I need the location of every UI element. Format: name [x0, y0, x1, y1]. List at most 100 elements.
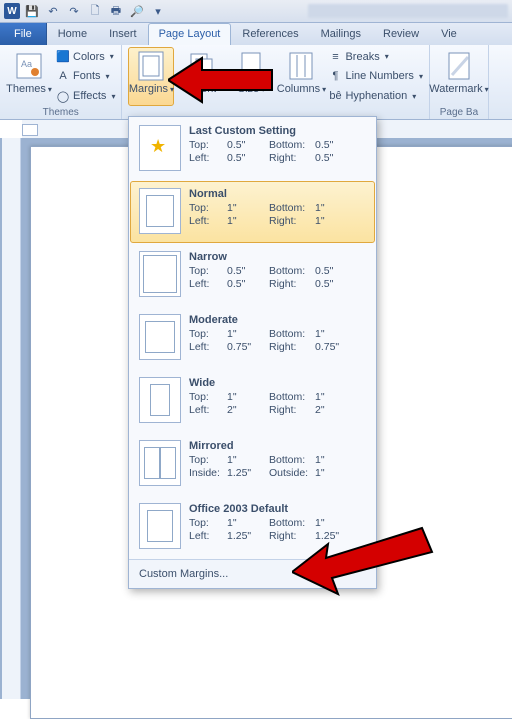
chevron-down-icon: ▾ — [111, 92, 115, 101]
breaks-label: Breaks — [345, 51, 379, 63]
chevron-down-icon: ▾ — [419, 72, 423, 81]
group-page-setup: Margins▾ Orientation Size▾ Columns▾ ≡Bre… — [122, 45, 430, 119]
margin-option-last-custom[interactable]: Last Custom Setting Top:0.5"Bottom:0.5" … — [130, 118, 375, 180]
tab-review[interactable]: Review — [372, 23, 430, 45]
val: 1" — [315, 517, 355, 529]
chevron-down-icon: ▾ — [106, 72, 110, 81]
tab-references[interactable]: References — [231, 23, 309, 45]
fonts-button[interactable]: AFonts ▾ — [56, 67, 115, 86]
lbl: Left: — [189, 404, 227, 416]
columns-label: Columns — [277, 83, 320, 95]
qat-redo[interactable]: ↷ — [65, 2, 83, 20]
margins-button[interactable]: Margins▾ — [128, 47, 174, 106]
val: 2" — [227, 404, 269, 416]
val: 1" — [315, 328, 355, 340]
margin-option-wide[interactable]: Wide Top:1"Bottom:1" Left:2"Right:2" — [130, 370, 375, 432]
effects-label: Effects — [73, 90, 106, 102]
title-bar: W 💾 ↶ ↷ 🗋 🖶 🔎 ▾ — [0, 0, 512, 23]
val: 0.5" — [227, 139, 269, 151]
margin-option-mirrored[interactable]: Mirrored Top:1"Bottom:1" Inside:1.25"Out… — [130, 433, 375, 495]
val: 1" — [227, 454, 269, 466]
qat-button-6[interactable]: 🔎 — [128, 2, 146, 20]
chevron-down-icon: ▾ — [385, 52, 389, 61]
tab-file[interactable]: File — [0, 23, 47, 45]
val: 1" — [227, 202, 269, 214]
lbl: Left: — [189, 215, 227, 227]
line-numbers-button[interactable]: ¶Line Numbers▾ — [328, 67, 423, 86]
tab-home[interactable]: Home — [47, 23, 98, 45]
val: 1" — [315, 215, 355, 227]
val: 1" — [227, 215, 269, 227]
val: 0.5" — [227, 152, 269, 164]
margin-preview-icon — [139, 377, 181, 423]
lbl: Left: — [189, 530, 227, 542]
val: 0.75" — [227, 341, 269, 353]
margin-option-narrow[interactable]: Narrow Top:0.5"Bottom:0.5" Left:0.5"Righ… — [130, 244, 375, 306]
lbl: Right: — [269, 530, 315, 542]
lbl: Bottom: — [269, 328, 315, 340]
qat-save[interactable]: 💾 — [23, 2, 41, 20]
tab-view[interactable]: Vie — [430, 23, 468, 45]
option-title: Moderate — [189, 314, 366, 326]
size-button[interactable]: Size▾ — [228, 47, 274, 106]
lbl: Top: — [189, 454, 227, 466]
breaks-button[interactable]: ≡Breaks▾ — [328, 47, 423, 66]
hyphenation-label: Hyphenation — [345, 90, 407, 102]
lbl: Bottom: — [269, 391, 315, 403]
margin-option-office-2003[interactable]: Office 2003 Default Top:1"Bottom:1" Left… — [130, 496, 375, 558]
colors-icon: 🟦 — [56, 50, 70, 64]
margin-option-moderate[interactable]: Moderate Top:1"Bottom:1" Left:0.75"Right… — [130, 307, 375, 369]
ruler-vertical[interactable] — [2, 138, 21, 699]
option-title: Normal — [189, 188, 366, 200]
themes-button[interactable]: Aa Themes▾ — [6, 47, 52, 106]
val: 1" — [227, 391, 269, 403]
orientation-icon — [185, 50, 217, 82]
qat-button-5[interactable]: 🖶 — [107, 2, 125, 20]
val: 0.5" — [227, 278, 269, 290]
themes-icon: Aa — [13, 50, 45, 82]
themes-label: Themes — [6, 83, 46, 95]
qat-customize[interactable]: ▾ — [149, 2, 167, 20]
lbl: Left: — [189, 152, 227, 164]
val: 0.5" — [227, 265, 269, 277]
custom-margins-button[interactable]: Custom Margins... — [129, 559, 376, 588]
lbl: Bottom: — [269, 202, 315, 214]
tab-insert[interactable]: Insert — [98, 23, 148, 45]
hyphenation-button[interactable]: bêHyphenation▾ — [328, 87, 423, 106]
word-icon: W — [4, 3, 20, 19]
lbl: Right: — [269, 404, 315, 416]
val: 0.5" — [315, 265, 355, 277]
val: 1.25" — [315, 530, 355, 542]
qat-undo[interactable]: ↶ — [44, 2, 62, 20]
size-icon — [235, 50, 267, 82]
lbl: Right: — [269, 341, 315, 353]
option-title: Narrow — [189, 251, 366, 263]
val: 0.5" — [315, 139, 355, 151]
lbl: Top: — [189, 391, 227, 403]
val: 0.5" — [315, 278, 355, 290]
option-title: Last Custom Setting — [189, 125, 366, 137]
window-title-blur — [308, 4, 508, 18]
columns-icon — [285, 50, 317, 82]
columns-button[interactable]: Columns▾ — [278, 47, 324, 106]
fonts-label: Fonts — [73, 70, 101, 82]
lbl: Outside: — [269, 467, 315, 479]
effects-button[interactable]: ◯Effects▾ — [56, 87, 115, 106]
margins-label: Margins — [129, 83, 168, 95]
val: 0.5" — [315, 152, 355, 164]
colors-button[interactable]: 🟦Colors▾ — [56, 47, 115, 66]
colors-label: Colors — [73, 51, 105, 63]
margin-preview-icon — [139, 314, 181, 360]
watermark-button[interactable]: Watermark▾ — [436, 47, 482, 106]
margin-option-normal[interactable]: Normal Top:1"Bottom:1" Left:1"Right:1" — [130, 181, 375, 243]
tab-mailings[interactable]: Mailings — [310, 23, 372, 45]
margin-preview-icon — [139, 251, 181, 297]
margin-preview-icon — [139, 188, 181, 234]
line-numbers-label: Line Numbers — [345, 70, 413, 82]
lbl: Inside: — [189, 467, 227, 479]
orientation-button[interactable]: Orientation — [178, 47, 224, 106]
orientation-label: Orientation — [186, 84, 216, 95]
tab-page-layout[interactable]: Page Layout — [148, 23, 232, 45]
fonts-icon: A — [56, 69, 70, 83]
qat-button-4[interactable]: 🗋 — [86, 2, 104, 20]
